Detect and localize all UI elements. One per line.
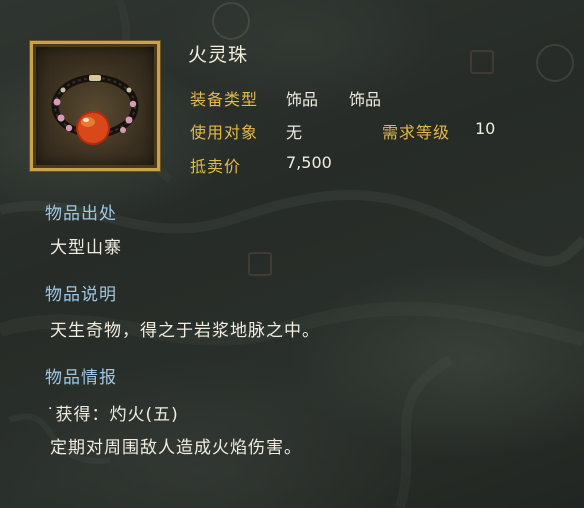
origin-text: 大型山寨 xyxy=(50,238,122,258)
fire-bead-bracelet-icon xyxy=(51,74,139,145)
equip-type-label: 装备类型 xyxy=(190,90,259,109)
target-value: 无 xyxy=(286,123,303,142)
info-acquire-text: ˙获得：灼火(五) xyxy=(46,405,179,425)
info-effect-text: 定期对周围敌人造成火焰伤害。 xyxy=(50,438,302,458)
item-name: 火灵珠 xyxy=(188,44,249,66)
map-marker-icon xyxy=(536,44,574,82)
origin-section-title: 物品出处 xyxy=(45,204,117,224)
description-text: 天生奇物，得之于岩浆地脉之中。 xyxy=(50,321,320,341)
level-requirement-label: 需求等级 xyxy=(382,123,451,142)
sell-price-value: 7,500 xyxy=(286,153,332,172)
info-section-title: 物品情报 xyxy=(45,368,117,388)
target-label: 使用对象 xyxy=(190,123,259,142)
equip-type-value: 饰品 xyxy=(286,90,319,109)
item-icon-frame xyxy=(29,40,161,172)
sell-price-label: 抵卖价 xyxy=(190,157,242,176)
map-location-marker-icon xyxy=(248,252,278,276)
equip-subtype-value: 饰品 xyxy=(349,90,382,109)
map-marker-icon xyxy=(212,2,250,40)
map-location-marker-icon xyxy=(470,50,500,74)
description-section-title: 物品说明 xyxy=(45,285,117,305)
level-requirement-value: 10 xyxy=(475,119,496,138)
